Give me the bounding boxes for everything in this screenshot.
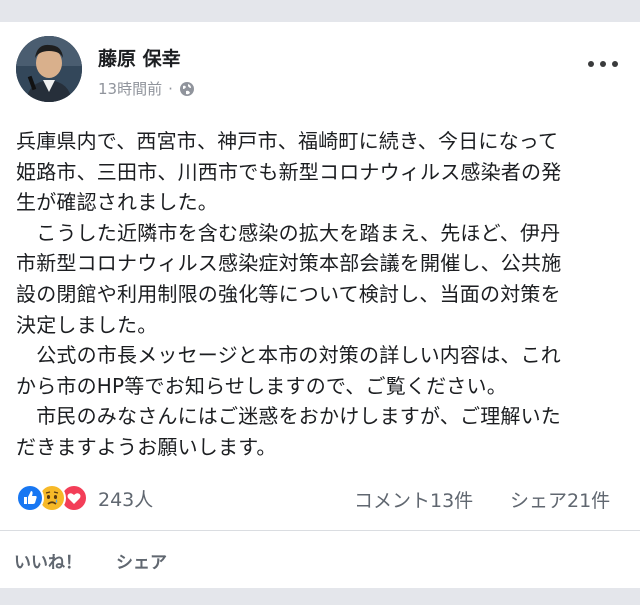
- post-line: 生が確認されました。: [16, 190, 218, 215]
- post-line: 公式の市長メッセージと本市の対策の詳しい内容は、これ: [16, 343, 561, 368]
- feed-gap-bottom: [0, 588, 640, 605]
- feed-gap-top: [0, 0, 640, 22]
- globe-icon[interactable]: [179, 81, 195, 97]
- more-dot: [600, 61, 606, 67]
- like-button[interactable]: いいね！: [14, 548, 82, 573]
- reaction-summary[interactable]: 243人: [16, 484, 153, 512]
- reaction-icons: [16, 484, 88, 512]
- divider: [0, 530, 640, 531]
- reaction-count: 243人: [98, 488, 154, 511]
- post-line: 市民のみなさんにはご迷惑をおかけしますが、ご理解いた: [16, 404, 561, 429]
- share-button[interactable]: シェア: [116, 548, 167, 573]
- post-line: 姫路市、三田市、川西市でも新型コロナウィルス感染者の発: [16, 159, 562, 184]
- post-line: だきますようお願いします。: [16, 434, 277, 459]
- post-line: 市新型コロナウィルス感染症対策本部会議を開催し、公共施: [16, 251, 562, 276]
- avatar[interactable]: [16, 36, 82, 102]
- share-count[interactable]: シェア21件: [510, 486, 610, 513]
- post-line: 兵庫県内で、西宮市、神戸市、福崎町に続き、今日になって: [16, 129, 559, 153]
- author-name[interactable]: 藤原 保幸: [98, 44, 181, 71]
- meta-separator: ·: [168, 79, 173, 98]
- post-body: 兵庫県内で、西宮市、神戸市、福崎町に続き、今日になって 姫路市、三田市、川西市で…: [16, 126, 628, 463]
- post-meta: 13時間前 ·: [98, 78, 195, 99]
- post-line: 決定しました。: [16, 312, 158, 337]
- post-time[interactable]: 13時間前: [98, 78, 162, 99]
- comment-count[interactable]: コメント13件: [354, 486, 473, 513]
- like-reaction-icon: [16, 484, 44, 512]
- more-options-icon[interactable]: [588, 56, 618, 72]
- more-dot: [612, 61, 618, 67]
- post-line: 設の閉館や利用制限の強化等について検討し、当面の対策を: [16, 281, 561, 306]
- more-dot: [588, 61, 594, 67]
- post-line: から市のHP等でお知らせしますので、ご覧ください。: [16, 373, 507, 398]
- post-card: 藤原 保幸 13時間前 · 兵庫県内で、西宮市、神戸市、福崎町に続き、今日になっ…: [0, 22, 640, 588]
- post-line: こうした近隣市を含む感染の拡大を踏まえ、先ほど、伊丹: [16, 220, 561, 245]
